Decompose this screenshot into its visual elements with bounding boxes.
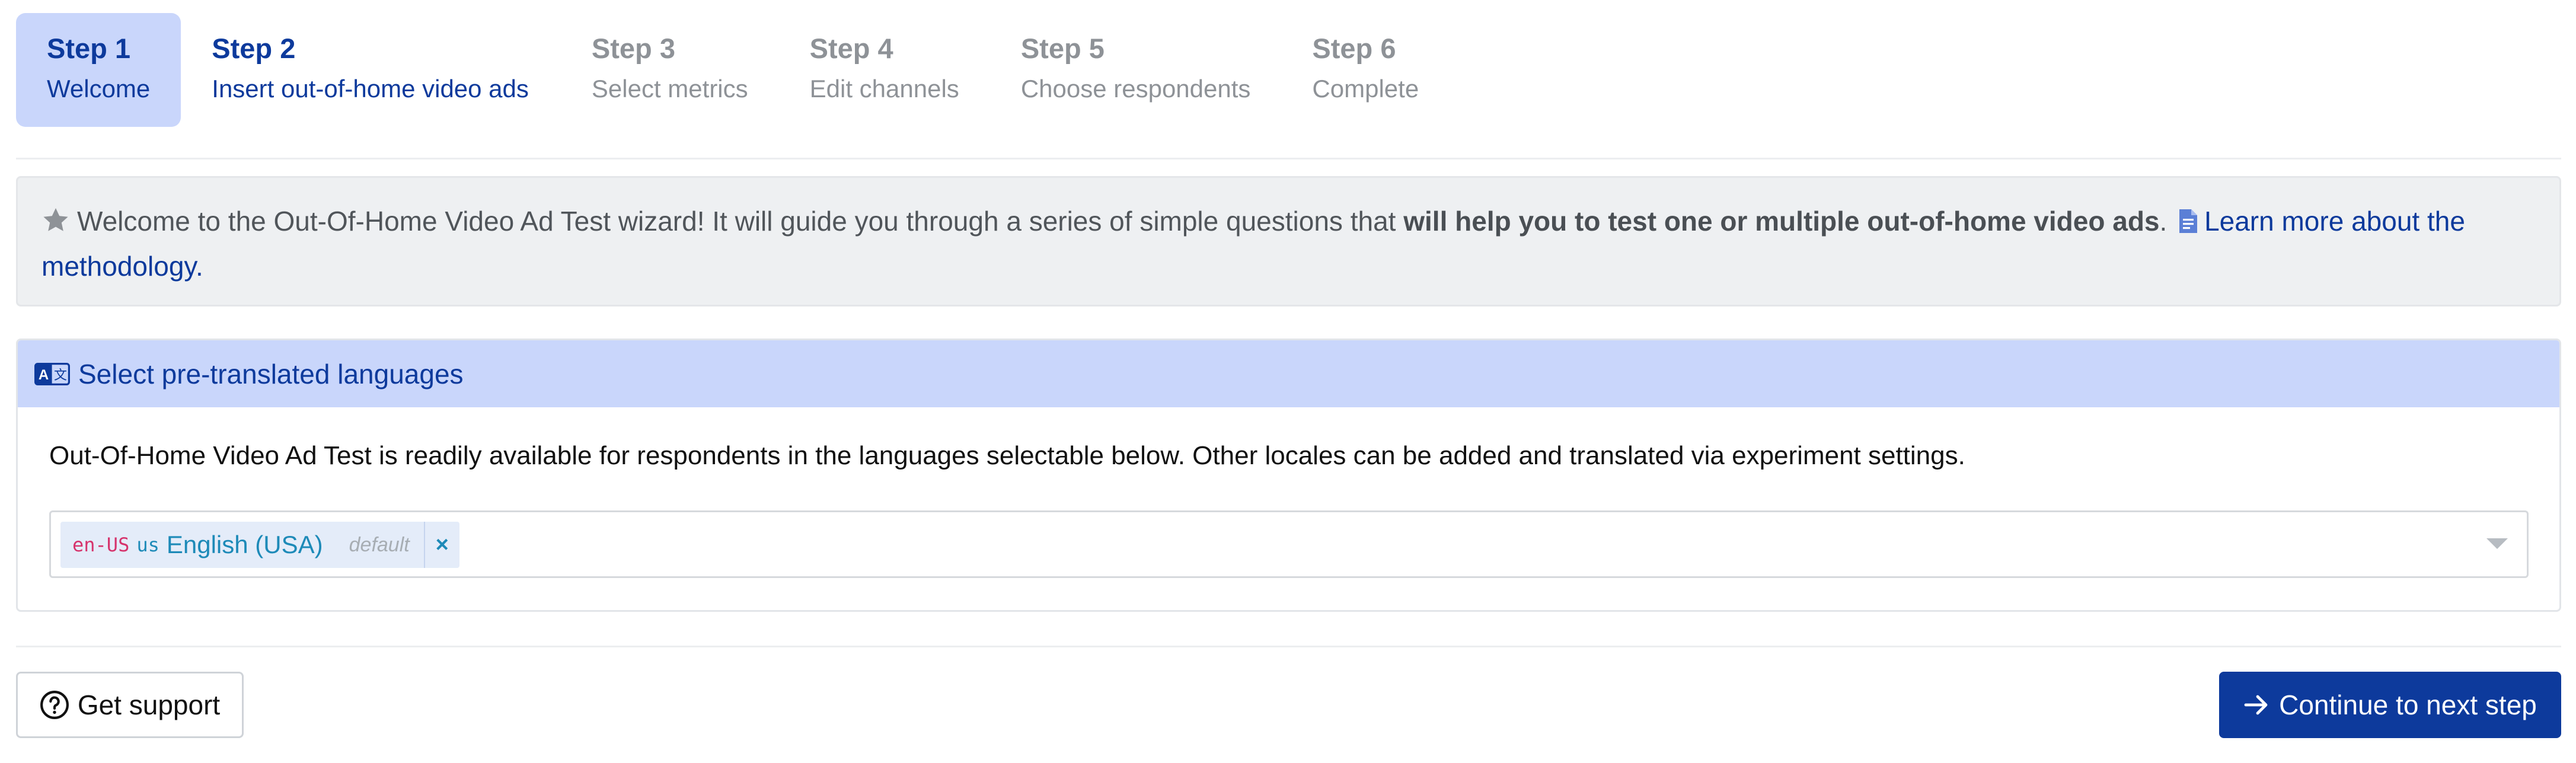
step-label: Select metrics (591, 75, 748, 103)
info-intro: Welcome to the Out-Of-Home Video Ad Test… (77, 206, 1404, 237)
info-alert: Welcome to the Out-Of-Home Video Ad Test… (16, 176, 2561, 307)
step-label: Choose respondents (1020, 75, 1251, 103)
document-icon (2178, 204, 2198, 245)
question-circle-icon (40, 690, 69, 720)
continue-label: Continue to next step (2279, 689, 2537, 720)
step-4: Step 4 Edit channels (779, 13, 990, 127)
info-emphasis: will help you to test one or multiple ou… (1403, 206, 2160, 237)
step-number: Step 3 (591, 33, 675, 64)
step-3: Step 3 Select metrics (560, 13, 779, 127)
step-label: Complete (1312, 75, 1419, 103)
default-badge: default (349, 533, 410, 556)
continue-button[interactable]: Continue to next step (2219, 672, 2561, 738)
svg-text:A: A (39, 367, 49, 383)
arrow-right-icon (2243, 693, 2271, 717)
star-icon (42, 204, 70, 245)
languages-panel: A文 Select pre-translated languages Out-O… (16, 339, 2561, 612)
step-number: Step 5 (1020, 33, 1105, 64)
step-5: Step 5 Choose respondents (990, 13, 1282, 127)
step-number: Step 6 (1312, 33, 1396, 64)
step-label: Insert out-of-home video ads (212, 75, 529, 103)
step-label: Edit channels (809, 75, 959, 103)
selected-language-tag: en-US us English (USA) default × (60, 522, 459, 568)
panel-title: Select pre-translated languages (78, 358, 464, 390)
svg-text:文: 文 (54, 368, 67, 383)
language-name: English (USA) (166, 531, 323, 558)
divider (16, 158, 2561, 159)
step-number: Step 4 (809, 33, 893, 64)
step-number: Step 2 (212, 33, 296, 64)
step-label: Welcome (47, 75, 151, 103)
language-select[interactable]: en-US us English (USA) default × (49, 510, 2529, 578)
panel-header: A文 Select pre-translated languages (18, 340, 2559, 407)
get-support-button[interactable]: Get support (16, 672, 244, 738)
translate-icon: A文 (34, 362, 70, 385)
step-1[interactable]: Step 1 Welcome (16, 13, 181, 127)
locale-code: en-US (72, 534, 130, 556)
chevron-down-icon[interactable] (2486, 538, 2508, 549)
step-2[interactable]: Step 2 Insert out-of-home video ads (181, 13, 560, 127)
wizard-steps: Step 1 Welcome Step 2 Insert out-of-home… (16, 13, 1450, 127)
step-6: Step 6 Complete (1281, 13, 1450, 127)
remove-language-button[interactable]: × (423, 522, 459, 568)
flag-code: us (136, 534, 159, 556)
step-number: Step 1 (47, 33, 131, 64)
divider (16, 646, 2561, 647)
panel-description: Out-Of-Home Video Ad Test is readily ava… (49, 441, 1965, 470)
info-after: . (2159, 206, 2175, 237)
get-support-label: Get support (77, 689, 221, 720)
